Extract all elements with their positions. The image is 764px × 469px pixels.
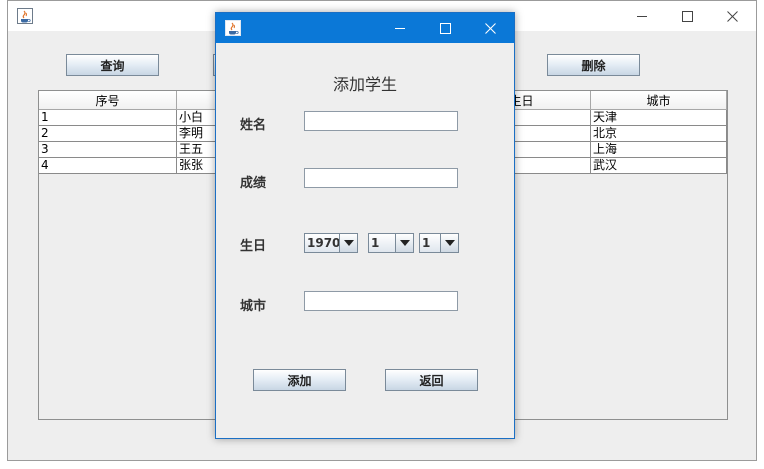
cell-city: 武汉 bbox=[591, 158, 727, 174]
dropdown-arrow-icon[interactable] bbox=[395, 234, 413, 252]
java-icon bbox=[17, 8, 33, 24]
day-value: 1 bbox=[422, 236, 431, 250]
minimize-icon bbox=[395, 27, 405, 29]
day-select[interactable]: 1 bbox=[419, 233, 459, 253]
name-input[interactable] bbox=[304, 111, 458, 131]
close-button[interactable] bbox=[710, 1, 755, 31]
add-student-dialog: 添加学生 姓名 成绩 生日 1970 1 1 城市 添加 返回 bbox=[215, 12, 515, 439]
cell-id: 3 bbox=[39, 142, 177, 158]
cell-id: 1 bbox=[39, 110, 177, 126]
city-label: 城市 bbox=[240, 299, 267, 314]
maximize-icon bbox=[682, 10, 693, 22]
cell-id: 2 bbox=[39, 126, 177, 142]
query-button[interactable]: 查询 bbox=[66, 54, 159, 76]
city-input[interactable] bbox=[304, 291, 458, 311]
maximize-icon bbox=[440, 22, 451, 34]
minimize-button[interactable] bbox=[620, 1, 665, 31]
cell-id: 4 bbox=[39, 158, 177, 174]
month-value: 1 bbox=[371, 236, 380, 250]
java-icon bbox=[225, 20, 241, 36]
dialog-minimize-button[interactable] bbox=[378, 13, 423, 43]
close-icon bbox=[485, 22, 496, 34]
dropdown-arrow-icon[interactable] bbox=[440, 234, 458, 252]
dialog-heading: 添加学生 bbox=[332, 75, 397, 94]
dialog-titlebar[interactable] bbox=[216, 13, 514, 43]
name-label: 姓名 bbox=[240, 118, 267, 133]
add-button[interactable]: 添加 bbox=[253, 369, 346, 391]
year-value: 1970 bbox=[307, 236, 341, 250]
dialog-close-button[interactable] bbox=[468, 13, 513, 43]
year-select[interactable]: 1970 bbox=[304, 233, 358, 253]
minimize-icon bbox=[637, 15, 647, 17]
back-button[interactable]: 返回 bbox=[385, 369, 478, 391]
cell-city: 北京 bbox=[591, 126, 727, 142]
dropdown-arrow-icon[interactable] bbox=[339, 234, 357, 252]
cell-city: 天津 bbox=[591, 110, 727, 126]
column-header-city[interactable]: 城市 bbox=[591, 91, 727, 110]
column-header-id[interactable]: 序号 bbox=[39, 91, 177, 110]
delete-button[interactable]: 删除 bbox=[547, 54, 640, 76]
score-label: 成绩 bbox=[240, 176, 267, 191]
maximize-button[interactable] bbox=[665, 1, 710, 31]
cell-city: 上海 bbox=[591, 142, 727, 158]
month-select[interactable]: 1 bbox=[368, 233, 414, 253]
close-icon bbox=[727, 10, 738, 22]
score-input[interactable] bbox=[304, 168, 458, 188]
dialog-maximize-button[interactable] bbox=[423, 13, 468, 43]
birthday-label: 生日 bbox=[240, 239, 267, 254]
